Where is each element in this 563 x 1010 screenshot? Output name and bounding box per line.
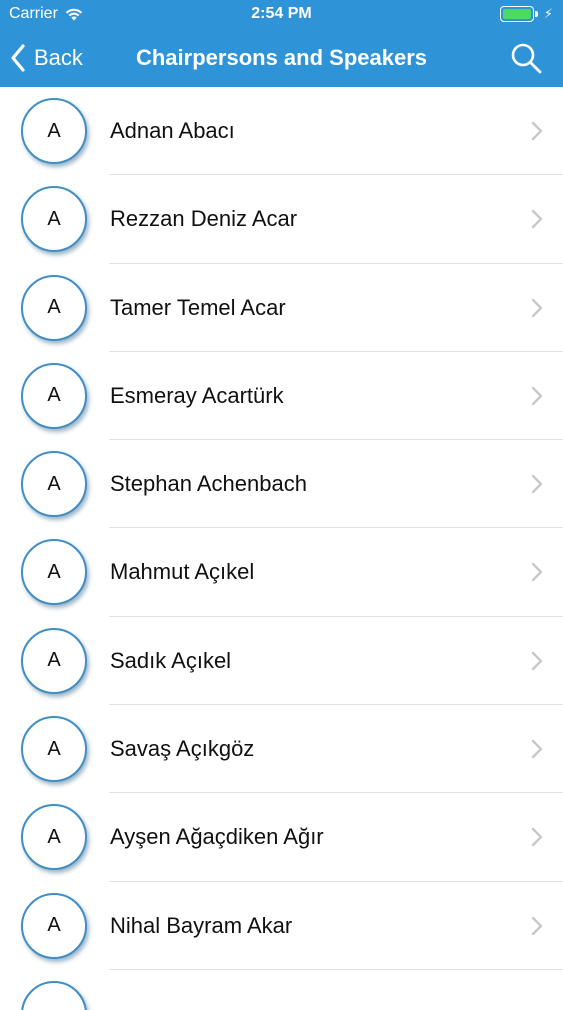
- chevron-right-icon: [531, 916, 543, 935]
- battery-nub: [534, 11, 538, 17]
- speaker-avatar: A: [21, 716, 87, 783]
- speaker-row[interactable]: A Tamer Temel Acar: [0, 264, 563, 353]
- speaker-avatar: A: [21, 186, 87, 253]
- speaker-name: Sadık Açıkel: [110, 647, 232, 673]
- battery-indicator: ⚡: [499, 6, 553, 22]
- speaker-row[interactable]: A Esmeray Acartürk: [0, 352, 563, 441]
- chevron-right-icon: [531, 828, 543, 847]
- speaker-avatar: A: [21, 804, 87, 871]
- speaker-name: Ayşen Ağaçdiken Ağır: [110, 824, 324, 850]
- speaker-row[interactable]: A Sadık Açıkel: [0, 617, 563, 706]
- speaker-avatar: A: [21, 892, 87, 959]
- speaker-name: Stephan Achenbach: [110, 471, 307, 497]
- speaker-row[interactable]: A Savaş Açıkgöz: [0, 705, 563, 794]
- chevron-right-icon: [531, 210, 543, 229]
- battery-fill: [502, 9, 531, 19]
- speaker-avatar: A: [21, 539, 87, 606]
- speaker-row[interactable]: A Rezzan Deniz Acar: [0, 175, 563, 264]
- back-button[interactable]: Back: [10, 42, 83, 74]
- speaker-name: Adnan Abacı: [110, 118, 235, 143]
- chevron-right-icon: [531, 386, 543, 406]
- chevron-right-icon: [531, 298, 543, 317]
- speaker-avatar: A: [21, 274, 87, 341]
- speaker-name: Mahmut Açıkel: [110, 559, 255, 585]
- speaker-row[interactable]: A Nihal Bayram Akar: [0, 882, 563, 971]
- page-title: Chairpersons and Speakers: [135, 45, 427, 70]
- speaker-list: A Adnan Abacı A Rezzan Deniz Acar A Tamer Tem…: [0, 87, 563, 1010]
- chevron-left-icon: [11, 44, 25, 72]
- chevron-right-icon: [531, 121, 543, 141]
- speaker-avatar: A: [21, 627, 87, 694]
- speaker-avatar: A: [21, 451, 87, 518]
- speaker-name: Tamer Temel Acar: [110, 294, 286, 320]
- back-button-label: Back: [34, 45, 83, 70]
- navigation-bar: Back Chairpersons and Speakers: [0, 30, 563, 87]
- speaker-name: Rezzan Deniz Acar: [110, 206, 298, 232]
- chevron-right-icon: [531, 563, 543, 582]
- speaker-row[interactable]: A Stephan Achenbach: [0, 440, 563, 529]
- battery-icon: [499, 6, 534, 22]
- speaker-name: Nihal Bayram Akar: [110, 912, 293, 938]
- chevron-right-icon: [531, 651, 543, 670]
- speaker-row-partial[interactable]: [0, 970, 563, 1010]
- speaker-row[interactable]: A Mahmut Açıkel: [0, 528, 563, 618]
- speaker-avatar: A: [21, 362, 87, 429]
- speaker-name: Savaş Açıkgöz: [110, 736, 255, 762]
- speaker-row[interactable]: A Adnan Abacı: [0, 87, 563, 176]
- search-icon[interactable]: [509, 41, 543, 75]
- status-time: 2:54 PM: [251, 5, 312, 22]
- speaker-avatar: [21, 980, 87, 1010]
- status-bar: Carrier 2:54 PM ⚡: [0, 0, 563, 30]
- speaker-row[interactable]: A Ayşen Ağaçdiken Ağır: [0, 793, 563, 882]
- speaker-avatar: A: [21, 98, 87, 164]
- chevron-right-icon: [531, 474, 543, 494]
- speaker-name: Esmeray Acartürk: [110, 382, 284, 408]
- charging-bolt-icon: ⚡: [543, 6, 553, 21]
- app-header: Carrier 2:54 PM ⚡ Back Chairpersons and …: [0, 0, 563, 87]
- chevron-right-icon: [531, 739, 543, 759]
